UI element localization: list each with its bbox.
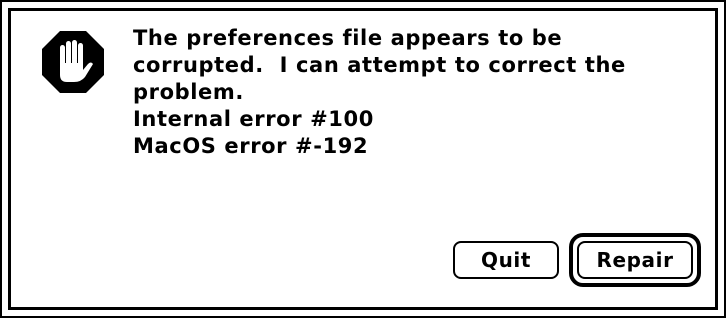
alert-message: The preferences file appears to be corru… [133,25,693,160]
internal-error-line: Internal error #100 [133,107,374,131]
message-line-2: corrupted. I can attempt to correct the [133,53,626,77]
repair-button[interactable]: Repair [577,241,693,279]
message-line-1: The preferences file appears to be [133,26,563,50]
alert-dialog-inner-frame: The preferences file appears to be corru… [8,8,718,310]
message-line-3: problem. [133,80,244,104]
macos-error-line: MacOS error #-192 [133,134,369,158]
quit-button[interactable]: Quit [453,241,559,279]
alert-dialog: The preferences file appears to be corru… [0,0,726,318]
stop-hand-icon [42,31,104,93]
